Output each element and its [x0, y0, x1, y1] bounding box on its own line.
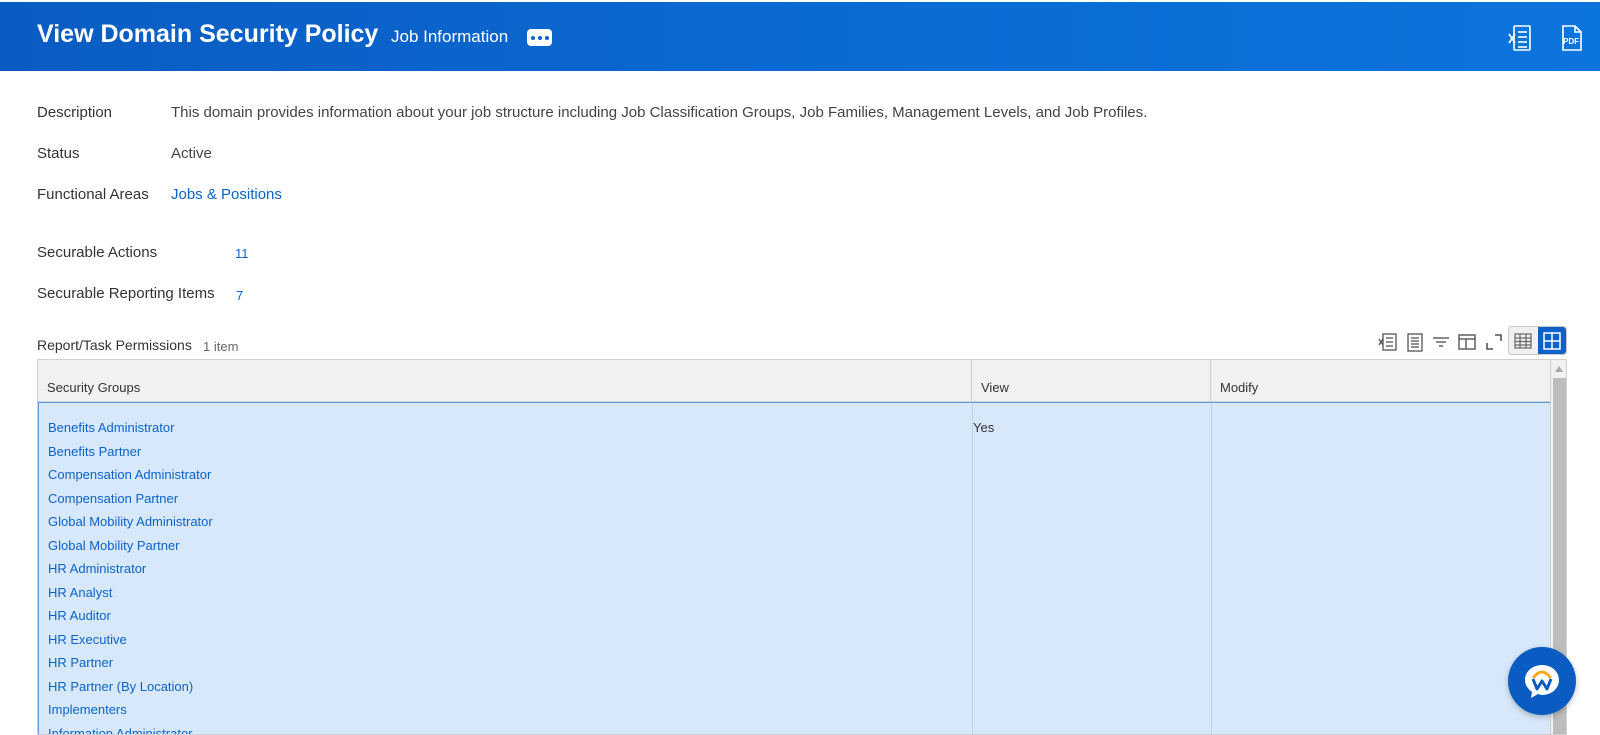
- security-group-link[interactable]: Benefits Partner: [48, 444, 213, 468]
- assistant-chat-button[interactable]: [1508, 647, 1576, 715]
- security-group-link[interactable]: HR Partner: [48, 655, 213, 679]
- fullscreen-icon[interactable]: [1483, 331, 1505, 353]
- security-group-link[interactable]: Compensation Administrator: [48, 467, 213, 491]
- grid-view-icon[interactable]: [1537, 327, 1566, 354]
- excel-export-icon[interactable]: [1377, 331, 1399, 353]
- security-group-link[interactable]: Benefits Administrator: [48, 420, 213, 444]
- description-label: Description: [37, 104, 113, 121]
- status-value: Active: [171, 145, 212, 162]
- securable-reporting-count[interactable]: 7: [236, 288, 243, 303]
- security-group-link[interactable]: Information Administrator: [48, 726, 213, 735]
- scroll-up-arrow-icon[interactable]: [1555, 366, 1563, 372]
- status-label: Status: [37, 145, 80, 162]
- columns-icon[interactable]: [1456, 331, 1478, 353]
- security-group-link[interactable]: HR Executive: [48, 632, 213, 656]
- table-header: Security Groups View Modify: [38, 360, 1550, 402]
- view-permission-value: Yes: [973, 420, 995, 435]
- assistant-logo-icon: [1522, 662, 1562, 700]
- security-group-link[interactable]: Global Mobility Administrator: [48, 514, 213, 538]
- security-groups-list: Benefits Administrator Benefits Partner …: [48, 420, 213, 735]
- functional-areas-label: Functional Areas: [37, 186, 149, 203]
- column-header-view[interactable]: View: [972, 360, 1211, 402]
- security-group-link[interactable]: HR Partner (By Location): [48, 679, 213, 703]
- ellipsis-icon[interactable]: [527, 29, 552, 46]
- grid-title: Report/Task Permissions: [37, 337, 192, 353]
- securable-reporting-label: Securable Reporting Items: [37, 285, 215, 302]
- security-group-link[interactable]: Implementers: [48, 702, 213, 726]
- filter-icon[interactable]: [1430, 331, 1452, 353]
- print-icon[interactable]: [1404, 331, 1426, 353]
- svg-text:PDF: PDF: [1563, 37, 1579, 46]
- view-toggle: [1508, 326, 1567, 355]
- column-header-modify[interactable]: Modify: [1211, 360, 1550, 402]
- domain-name: Job Information: [391, 27, 509, 46]
- security-group-link[interactable]: HR Analyst: [48, 585, 213, 609]
- grid-item-count: 1 item: [203, 339, 239, 354]
- functional-area-link[interactable]: Jobs & Positions: [171, 186, 282, 203]
- column-header-security-groups[interactable]: Security Groups: [38, 360, 972, 402]
- excel-export-icon[interactable]: [1508, 24, 1532, 52]
- security-group-link[interactable]: Compensation Partner: [48, 491, 213, 515]
- security-group-link[interactable]: HR Auditor: [48, 608, 213, 632]
- table-row[interactable]: Benefits Administrator Benefits Partner …: [38, 402, 1550, 735]
- securable-actions-count[interactable]: 11: [235, 246, 249, 261]
- security-group-link[interactable]: Global Mobility Partner: [48, 538, 213, 562]
- page-header: View Domain Security Policy Job Informat…: [0, 2, 1600, 71]
- security-group-link[interactable]: HR Administrator: [48, 561, 213, 585]
- securable-actions-label: Securable Actions: [37, 244, 158, 261]
- page-title: View Domain Security Policy: [37, 20, 379, 48]
- table-view-icon[interactable]: [1509, 327, 1538, 354]
- pdf-export-icon[interactable]: PDF: [1559, 24, 1583, 52]
- permissions-table: Security Groups View Modify Benefits Adm…: [37, 359, 1567, 735]
- description-value: This domain provides information about y…: [171, 104, 1148, 121]
